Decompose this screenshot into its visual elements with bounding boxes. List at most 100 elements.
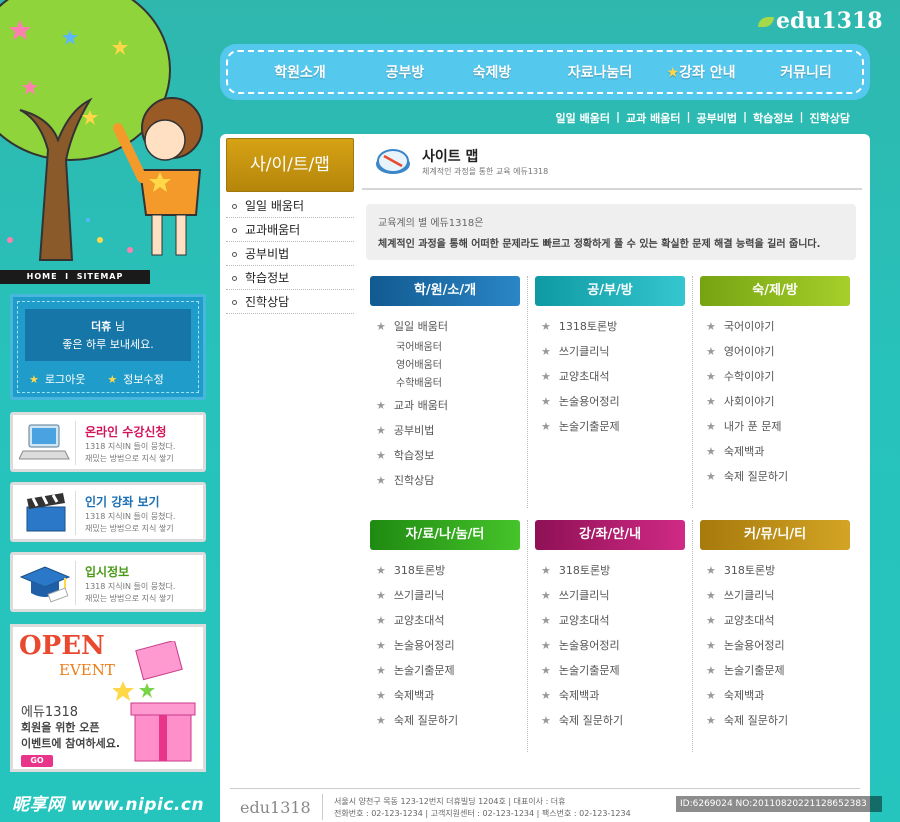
column-header[interactable]: 자/료/나/눔/터 [370, 520, 520, 550]
star-icon: ★ [541, 320, 551, 333]
promo-card-popular-lectures[interactable]: 인기 강좌 보기 1318 지식IN 들이 뭉쳤다. 재밌는 방법으로 지식 쌓… [10, 482, 206, 542]
list-item-label: 쓰기클리닉 [723, 589, 775, 602]
card-title: 인기 강좌 보기 [85, 495, 160, 509]
subnav-daily[interactable]: 일일 배움터 [556, 110, 610, 126]
nav-item-resources[interactable]: 자료나눔터 [554, 62, 646, 82]
column-header[interactable]: 공/부/방 [535, 276, 685, 306]
event-line-2: 회원을 위한 오픈 [21, 721, 100, 734]
subnav-learning-info[interactable]: 학습정보 [753, 110, 793, 126]
site-logo[interactable]: edu1318 [758, 8, 883, 34]
list-item[interactable]: ★ 일일 배움터 [368, 314, 520, 339]
column-header[interactable]: 강/좌/안/내 [535, 520, 685, 550]
gift-box-icon [113, 641, 196, 762]
list-item[interactable]: ★ 교양초대석 [533, 608, 685, 633]
card-separator [75, 421, 76, 465]
list-item[interactable]: ★ 쓰기클리닉 [368, 583, 520, 608]
subnav-subject[interactable]: 교과 배움터 [626, 110, 680, 126]
list-item[interactable]: ★ 논술용어정리 [533, 633, 685, 658]
open-event-banner[interactable]: OPEN EVENT 에듀1318 회원을 위한 오픈 이벤트에 참여하세요. … [10, 624, 206, 772]
list-item-label: 쓰기클리닉 [393, 589, 445, 602]
sidebar-item[interactable]: 진학상담 [226, 290, 354, 314]
list-item[interactable]: ★ 318토론방 [698, 558, 850, 583]
list-item[interactable]: ★ 학습정보 [368, 443, 520, 468]
list-item[interactable]: ★ 318토론방 [533, 558, 685, 583]
promo-card-online-registration[interactable]: 온라인 수강신청 1318 지식IN 들이 뭉쳤다. 재밌는 방법으로 지식 쌓… [10, 412, 206, 472]
list-item[interactable]: ★ 쓰기클리닉 [698, 583, 850, 608]
sidebar-item[interactable]: 학습정보 [226, 266, 354, 290]
list-item[interactable]: ★ 숙제백과 [368, 683, 520, 708]
list-item[interactable]: ★ 쓰기클리닉 [533, 583, 685, 608]
list-item[interactable]: ★ 수학이야기 [698, 364, 850, 389]
nav-item-community[interactable]: 커뮤니티 [756, 62, 856, 82]
star-icon: ★ [541, 714, 551, 727]
home-link[interactable]: HOME [27, 272, 58, 281]
sidebar-item[interactable]: 교과배움터 [226, 218, 354, 242]
nav-item-courses[interactable]: ★강좌 안내 [646, 62, 756, 82]
subnav-counseling[interactable]: 진학상담 [810, 110, 850, 126]
nav-item-about[interactable]: 학원소개 [220, 62, 380, 82]
list-item[interactable]: ★ 논술기출문제 [533, 658, 685, 683]
list-item[interactable]: ★ 논술기출문제 [368, 658, 520, 683]
subnav-study-tips[interactable]: 공부비법 [696, 110, 736, 126]
list-item[interactable]: ★ 숙제백과 [698, 683, 850, 708]
list-item[interactable]: ★ 영어이야기 [698, 339, 850, 364]
promo-card-admission-info[interactable]: 입시정보 1318 지식IN 들이 뭉쳤다. 재밌는 방법으로 지식 쌓기 [10, 552, 206, 612]
star-icon: ★ [541, 345, 551, 358]
list-item[interactable]: ★ 사회이야기 [698, 389, 850, 414]
list-item[interactable]: ★ 숙제 질문하기 [368, 708, 520, 733]
star-icon: ★ [706, 445, 716, 458]
list-sub-item[interactable]: 영어배움터 [368, 357, 520, 375]
list-item[interactable]: ★ 318토론방 [368, 558, 520, 583]
nav-item-homework-room[interactable]: 숙제방 [430, 62, 554, 82]
list-item-label: 내가 푼 문제 [723, 420, 782, 433]
list-item[interactable]: ★ 교양초대석 [698, 608, 850, 633]
star-icon: ★ [376, 474, 386, 487]
star-icon: ★ [541, 589, 551, 602]
sidebar-menu: 일일 배움터 교과배움터 공부비법 학습정보 진학상담 [226, 194, 354, 314]
list-item[interactable]: ★ 교양초대석 [368, 608, 520, 633]
list-item[interactable]: ★ 숙제 질문하기 [698, 708, 850, 733]
list-item[interactable]: ★ 숙제백과 [698, 439, 850, 464]
leaf-icon [758, 17, 774, 27]
list-item[interactable]: ★ 숙제 질문하기 [533, 708, 685, 733]
list-item[interactable]: ★ 교과 배움터 [368, 393, 520, 418]
sidebar-item-label: 학습정보 [245, 271, 290, 285]
column-header[interactable]: 숙/제/방 [700, 276, 850, 306]
list-item[interactable]: ★ 숙제 질문하기 [698, 464, 850, 489]
column-header[interactable]: 학/원/소/개 [370, 276, 520, 306]
nav-item-study-room[interactable]: 공부방 [380, 62, 430, 82]
star-icon: ★ [541, 689, 551, 702]
event-go-button[interactable]: GO [21, 755, 53, 767]
sitemap-column-community: 커/뮤/니/티 ★ 318토론방 ★ 쓰기클리닉 ★ 교양초대석 ★ 논술용어정리 ★ 논… [698, 520, 850, 733]
list-item[interactable]: ★ 논술용어정리 [368, 633, 520, 658]
list-item[interactable]: ★ 논술기출문제 [533, 414, 685, 439]
list-item[interactable]: ★ 공부비법 [368, 418, 520, 443]
list-item-label: 318토론방 [558, 564, 611, 577]
logout-link[interactable]: ★ 로그아웃 [29, 371, 85, 387]
list-item[interactable]: ★ 1318토론방 [533, 314, 685, 339]
list-item[interactable]: ★ 교양초대석 [533, 364, 685, 389]
event-line-3: 이벤트에 참여하세요. [21, 737, 121, 750]
list-item[interactable]: ★ 논술용어정리 [533, 389, 685, 414]
list-item-label: 교양초대석 [558, 370, 610, 383]
footer-contacts: 전화번호 : 02-123-1234 | 고객지원센터 : 02-123-123… [334, 809, 631, 818]
column-header[interactable]: 커/뮤/니/티 [700, 520, 850, 550]
list-item[interactable]: ★ 국어이야기 [698, 314, 850, 339]
list-item[interactable]: ★ 논술용어정리 [698, 633, 850, 658]
sidebar-item[interactable]: 일일 배움터 [226, 194, 354, 218]
list-item-label: 논술기출문제 [558, 664, 620, 677]
star-icon: ★ [706, 345, 716, 358]
list-item[interactable]: ★ 논술기출문제 [698, 658, 850, 683]
list-item[interactable]: ★ 숙제백과 [533, 683, 685, 708]
sidebar-item[interactable]: 공부비법 [226, 242, 354, 266]
sitemap-link[interactable]: SITEMAP [77, 272, 124, 281]
homebar-separator: I [65, 272, 70, 281]
column-list: ★ 318토론방 ★ 쓰기클리닉 ★ 교양초대석 ★ 논술용어정리 ★ 논술기출문제 ★ 숙… [368, 558, 520, 733]
list-item[interactable]: ★ 쓰기클리닉 [533, 339, 685, 364]
list-sub-item[interactable]: 수학배움터 [368, 375, 520, 393]
edit-info-link[interactable]: ★ 정보수정 [107, 371, 163, 387]
list-sub-item[interactable]: 국어배움터 [368, 339, 520, 357]
list-item[interactable]: ★ 내가 푼 문제 [698, 414, 850, 439]
list-item-label: 학습정보 [393, 449, 435, 462]
list-item[interactable]: ★ 진학상담 [368, 468, 520, 493]
